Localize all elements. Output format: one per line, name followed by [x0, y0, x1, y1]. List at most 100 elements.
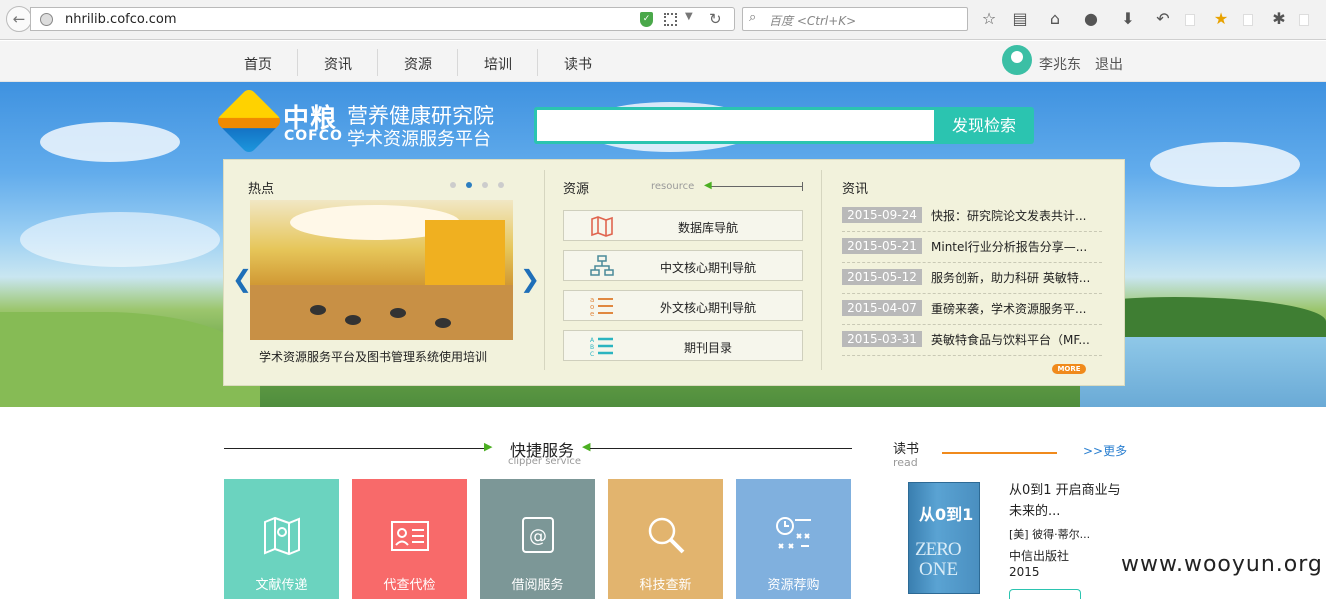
nav-training[interactable]: 培训 [458, 54, 538, 74]
book-cover-title: 从0到1 [919, 505, 974, 524]
nav-reading[interactable]: 读书 [538, 54, 618, 74]
panel-divider [544, 170, 545, 370]
tile-label: 借阅服务 [511, 578, 564, 593]
news-item[interactable]: 2015-05-12 服务创新，助力科研 英敏特... [842, 263, 1102, 294]
tile-label: 文献传递 [255, 578, 308, 593]
resource-label: 外文核心期刊导航 [659, 301, 756, 315]
reading-line [942, 452, 1057, 454]
tile-label: 代查代检 [383, 578, 436, 593]
tile-resource-purchase[interactable]: 资源荐购 [736, 479, 851, 599]
news-item[interactable]: 2015-04-07 重磅来袭，学术资源服务平... [842, 294, 1102, 325]
nav-news[interactable]: 资讯 [298, 54, 378, 74]
back-icon[interactable]: ← [6, 6, 32, 32]
map-icon [264, 516, 300, 556]
tile-borrowing[interactable]: @ 借阅服务 [480, 479, 595, 599]
reading-more-link[interactable]: >>更多 [1083, 442, 1127, 459]
search-input[interactable] [534, 107, 934, 144]
extension-icon[interactable]: ✱ [1268, 9, 1290, 29]
book-title[interactable]: 从0到1 开启商业与未来的... [1009, 480, 1124, 522]
resource-title: 资源 [563, 182, 590, 197]
news-text[interactable]: 服务创新，助力科研 英敏特... [931, 269, 1101, 286]
slide-dot[interactable] [482, 182, 488, 188]
news-item[interactable]: 2015-05-21 Mintel行业分析报告分享—... [842, 232, 1102, 263]
slide-dots [450, 177, 514, 192]
slide-dot[interactable] [498, 182, 504, 188]
star-icon[interactable]: ☆ [978, 9, 1000, 29]
resource-label: 数据库导航 [677, 221, 738, 235]
slide-caption[interactable]: 学术资源服务平台及图书管理系统使用培训 [259, 348, 487, 365]
tile-proxy-search[interactable]: 代查代检 [352, 479, 467, 599]
book-cover-zero: ZERO [915, 539, 962, 560]
tile-label: 科技查新 [639, 578, 692, 593]
logo-title-line2: 学术资源服务平台 [347, 129, 491, 150]
logo-en: COFCO [284, 128, 343, 144]
resource-foreign-journal-nav[interactable]: aoe 外文核心期刊导航 [563, 290, 803, 321]
download-icon[interactable]: ⬇ [1117, 9, 1139, 29]
news-text[interactable]: 重磅来袭，学术资源服务平... [931, 300, 1101, 317]
top-nav: 首页 资讯 资源 培训 读书 李兆东 退出 [0, 41, 1326, 82]
undo-icon[interactable]: ↶ [1152, 9, 1174, 29]
nav-home[interactable]: 首页 [218, 54, 298, 74]
avatar[interactable] [1002, 45, 1032, 75]
resource-line [708, 186, 802, 187]
globe-icon [40, 13, 53, 26]
resource-database-nav[interactable]: 数据库导航 [563, 210, 803, 241]
slide-dot-active[interactable] [466, 182, 472, 188]
news-item[interactable]: 2015-03-31 英敏特食品与饮料平台（MF... [842, 325, 1102, 356]
reload-icon[interactable]: ↻ [709, 10, 722, 28]
tile-novelty-search[interactable]: 科技查新 [608, 479, 723, 599]
news-date: 2015-03-31 [842, 331, 922, 347]
news-text[interactable]: Mintel行业分析报告分享—... [931, 238, 1101, 255]
qr-code-icon[interactable] [664, 13, 677, 26]
news-date: 2015-05-21 [842, 238, 922, 254]
url-text[interactable]: nhrilib.cofco.com [65, 12, 177, 27]
news-item[interactable]: 2015-09-24 快报：研究院论文发表共计... [842, 201, 1102, 232]
id-card-icon [391, 521, 429, 551]
browser-search-box[interactable]: ⌕ 百度 <Ctrl+K> [742, 7, 968, 31]
chat-icon[interactable]: ● [1080, 9, 1102, 29]
panel-divider [821, 170, 822, 370]
news-text[interactable]: 英敏特食品与饮料平台（MF... [931, 331, 1101, 348]
news-text[interactable]: 快报：研究院论文发表共计... [931, 207, 1101, 224]
favorites-star-icon[interactable]: ★ [1210, 9, 1232, 29]
resource-journal-catalog[interactable]: ABC 期刊目录 [563, 330, 803, 361]
nav-resources[interactable]: 资源 [378, 54, 458, 74]
resource-cn-journal-nav[interactable]: 中文核心期刊导航 [563, 250, 803, 281]
slide-next-icon[interactable]: ❯ [520, 266, 540, 292]
shield-icon[interactable]: ✓ [640, 12, 653, 27]
toolbar-slot-icon [1299, 14, 1309, 26]
slide-dot[interactable] [450, 182, 456, 188]
logout-link[interactable]: 退出 [1095, 54, 1123, 74]
book-author: [美] 彼得·蒂尔... [1009, 528, 1091, 541]
resource-label: 中文核心期刊导航 [659, 261, 756, 275]
toolbar-slot-icon [1185, 14, 1195, 26]
quick-line-left [224, 448, 486, 449]
dropdown-icon[interactable]: ▼ [685, 11, 693, 22]
watermark: www.wooyun.org [1121, 552, 1323, 577]
search-button[interactable]: 发现检索 [934, 107, 1034, 144]
tile-label: 资源荐购 [767, 578, 820, 593]
news-more-button[interactable]: MORE [1052, 364, 1086, 374]
search-icon: ⌕ [749, 10, 757, 25]
book-action-button[interactable] [1009, 589, 1081, 599]
quick-subtitle: clipper service [508, 456, 582, 467]
schedule-icon [776, 517, 811, 549]
slide-prev-icon[interactable]: ❮ [232, 266, 252, 292]
arrow-left-icon: ◀ [582, 440, 591, 453]
hot-slide-image[interactable] [250, 200, 513, 340]
toolbar-slot-icon [1243, 14, 1253, 26]
svg-text:@: @ [529, 526, 547, 547]
book-year: 2015 [1009, 565, 1040, 579]
news-date: 2015-04-07 [842, 300, 922, 316]
username[interactable]: 李兆东 [1039, 54, 1081, 74]
quick-line-right [590, 448, 852, 449]
home-icon[interactable]: ⌂ [1044, 9, 1066, 29]
browser-toolbar: ← nhrilib.cofco.com ✓ ▼ ↻ ⌕ 百度 <Ctrl+K> … [0, 0, 1326, 40]
address-bar[interactable]: nhrilib.cofco.com ✓ ▼ ↻ [30, 7, 735, 31]
resource-label: 期刊目录 [683, 341, 732, 355]
book-cover[interactable]: 从0到1 ZERO ONE [908, 482, 980, 594]
tile-document-delivery[interactable]: 文献传递 [224, 479, 339, 599]
email-book-icon: @ [522, 517, 554, 553]
reading-list-icon[interactable]: ▤ [1009, 9, 1031, 29]
hot-title: 热点 [248, 182, 275, 197]
